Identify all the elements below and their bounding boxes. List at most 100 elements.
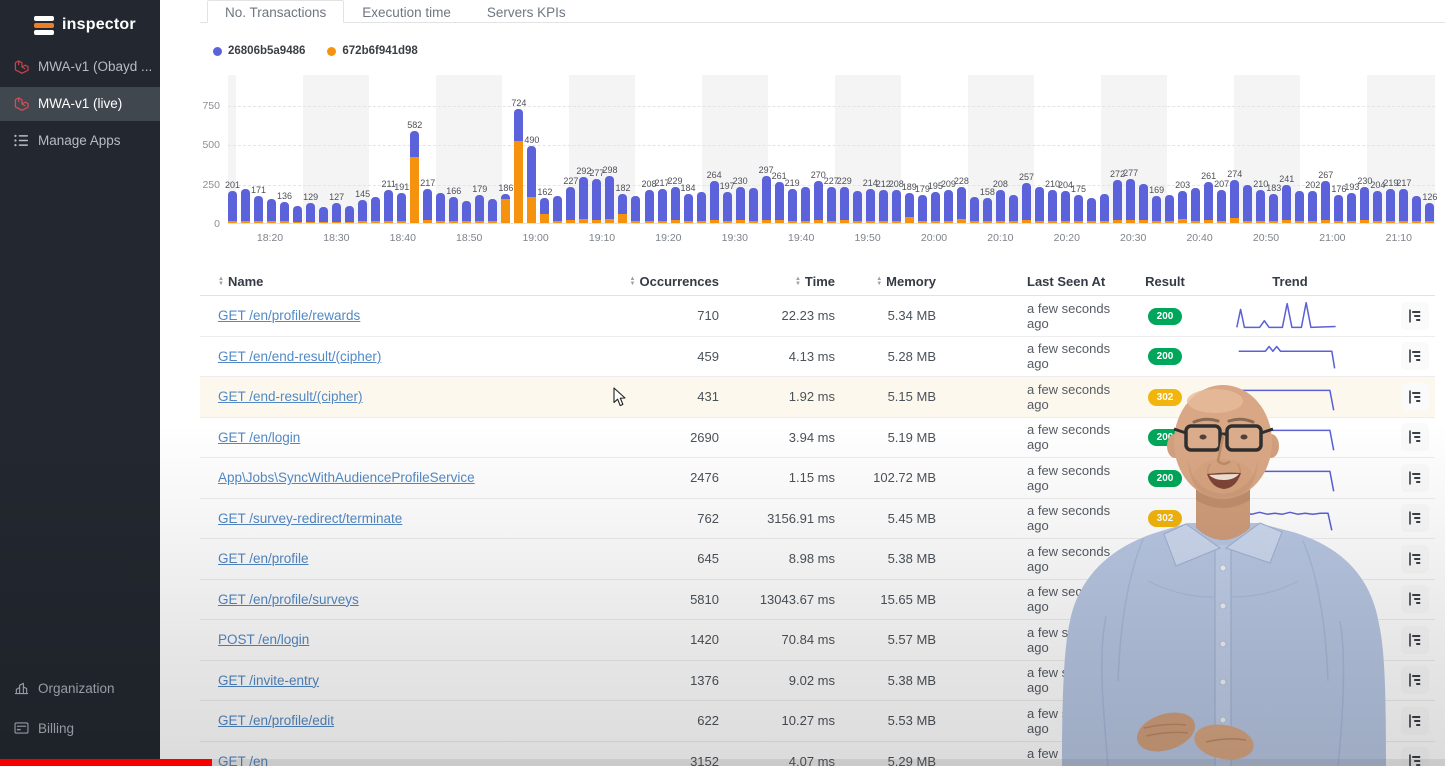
open-transaction-detail-button[interactable] bbox=[1401, 382, 1429, 411]
open-transaction-detail-button[interactable] bbox=[1401, 625, 1429, 654]
sidebar-item-label: Manage Apps bbox=[38, 133, 121, 148]
sort-icon[interactable]: ▲ ▼ bbox=[876, 276, 882, 287]
sidebar-item-label: Organization bbox=[38, 680, 115, 696]
transaction-link[interactable]: GET /invite-entry bbox=[218, 673, 319, 688]
stacked-bar bbox=[1425, 203, 1435, 223]
transaction-link[interactable]: App\Jobs\SyncWithAudienceProfileService bbox=[218, 470, 475, 485]
bar-group: 208 bbox=[993, 179, 1008, 223]
stacked-bar bbox=[1386, 188, 1396, 223]
column-header-time[interactable]: ▲ ▼ Time bbox=[735, 274, 851, 289]
sidebar-item-label: Billing bbox=[38, 720, 75, 736]
open-transaction-detail-button[interactable] bbox=[1401, 423, 1429, 452]
transaction-link[interactable]: GET /en/profile/surveys bbox=[218, 592, 359, 607]
bar-group: 204 bbox=[1058, 180, 1073, 223]
bar-group: 219 bbox=[785, 178, 800, 223]
stacked-bar bbox=[1217, 190, 1227, 223]
open-transaction-detail-button[interactable] bbox=[1401, 585, 1429, 614]
bar-group: 166 bbox=[446, 186, 461, 223]
last-seen-cell: a few seconds ago bbox=[1027, 341, 1111, 372]
open-transaction-detail-button[interactable] bbox=[1401, 463, 1429, 492]
sort-icon[interactable]: ▲ ▼ bbox=[630, 276, 636, 287]
memory-cell: 5.38 MB bbox=[887, 672, 936, 688]
x-tick-label: 19:30 bbox=[721, 232, 748, 244]
x-tick-label: 18:40 bbox=[389, 232, 416, 244]
stacked-bar bbox=[384, 189, 394, 223]
column-header-occurrences[interactable]: ▲ ▼ Occurrences bbox=[630, 274, 735, 289]
stacked-bar bbox=[839, 186, 849, 223]
bar-group: 227 bbox=[824, 176, 839, 223]
app-logo-text: inspector bbox=[62, 16, 136, 34]
bar-group bbox=[293, 205, 303, 223]
video-progress-track[interactable] bbox=[0, 759, 1445, 766]
transaction-link[interactable]: GET /en/profile/rewards bbox=[218, 308, 360, 323]
y-tick-label: 500 bbox=[202, 139, 220, 152]
sidebar-item-manage-apps[interactable]: Manage Apps bbox=[0, 123, 160, 159]
x-tick-label: 20:20 bbox=[1053, 232, 1080, 244]
bar-group: 209 bbox=[941, 179, 956, 223]
transaction-link[interactable]: GET /en/profile/edit bbox=[218, 713, 334, 728]
bar-value-label: 166 bbox=[446, 185, 462, 196]
transaction-link[interactable]: POST /en/login bbox=[218, 632, 309, 647]
bar-group: 277 bbox=[589, 168, 604, 223]
transaction-link[interactable]: GET /en/profile bbox=[218, 551, 309, 566]
sidebar-item-label: MWA-v1 (Obayd ... bbox=[38, 59, 153, 74]
stacked-bar bbox=[956, 187, 966, 223]
stacked-bar bbox=[306, 202, 316, 223]
billing-card-icon bbox=[14, 722, 29, 734]
time-cell: 10.27 ms bbox=[781, 713, 835, 729]
column-header-memory[interactable]: ▲ ▼ Memory bbox=[851, 274, 952, 289]
transaction-link[interactable]: GET /en/login bbox=[218, 430, 300, 445]
sidebar-item-app-live[interactable]: MWA-v1 (live) bbox=[0, 86, 160, 121]
open-transaction-detail-button[interactable] bbox=[1401, 342, 1429, 371]
transaction-link[interactable]: GET /survey-redirect/terminate bbox=[218, 511, 402, 526]
bar-group: 257 bbox=[1019, 172, 1034, 223]
sort-icon[interactable]: ▲ ▼ bbox=[218, 276, 224, 287]
app-logo: inspector bbox=[0, 0, 160, 49]
open-transaction-detail-button[interactable] bbox=[1401, 544, 1429, 573]
stacked-bar bbox=[462, 200, 472, 223]
stacked-bar bbox=[1165, 195, 1175, 223]
bar-group: 169 bbox=[1149, 185, 1164, 223]
x-tick-label: 21:00 bbox=[1319, 232, 1346, 244]
open-transaction-detail-button[interactable] bbox=[1401, 301, 1429, 330]
presenter-video-overlay bbox=[1062, 385, 1386, 766]
sidebar-item-billing[interactable]: Billing bbox=[0, 708, 160, 748]
x-tick-label: 19:40 bbox=[788, 232, 815, 244]
transaction-link[interactable]: GET /en/end-result/(cipher) bbox=[218, 349, 381, 364]
memory-cell: 102.72 MB bbox=[873, 470, 936, 486]
bar-group: 207 bbox=[1214, 179, 1229, 223]
stacked-bar bbox=[631, 196, 641, 223]
occurrences-cell: 5810 bbox=[690, 591, 719, 607]
column-header-name[interactable]: ▲ ▼ Name bbox=[218, 274, 663, 289]
stacked-bar bbox=[644, 190, 654, 223]
transaction-link[interactable]: GET /end-result/(cipher) bbox=[218, 389, 363, 404]
stacked-bar bbox=[1139, 184, 1149, 223]
stacked-bar bbox=[1100, 193, 1110, 223]
bar-group: 217 bbox=[1396, 178, 1411, 223]
bar-group: 292 bbox=[576, 166, 591, 223]
bar-group: 230 bbox=[1357, 176, 1372, 223]
open-transaction-detail-button[interactable] bbox=[1401, 706, 1429, 735]
stacked-bar bbox=[696, 191, 706, 223]
result-cell: 200 bbox=[1115, 347, 1215, 366]
x-tick-label: 18:30 bbox=[323, 232, 350, 244]
bar-value-label: 724 bbox=[511, 98, 527, 109]
sort-icon[interactable]: ▲ ▼ bbox=[795, 276, 801, 287]
sidebar-item-organization[interactable]: Organization bbox=[0, 668, 160, 708]
transaction-detail-icon bbox=[1409, 714, 1421, 728]
bar-value-label: 274 bbox=[1227, 168, 1243, 179]
bar-group: 724 bbox=[511, 98, 526, 223]
result-cell: 200 bbox=[1115, 307, 1215, 325]
stacked-bar bbox=[410, 131, 420, 223]
memory-cell: 5.45 MB bbox=[887, 510, 936, 526]
bar-group: 126 bbox=[1422, 192, 1437, 223]
stacked-bar bbox=[527, 145, 537, 223]
stacked-bar bbox=[1360, 186, 1370, 223]
open-transaction-detail-button[interactable] bbox=[1401, 504, 1429, 533]
video-progress-bar[interactable] bbox=[0, 759, 212, 766]
open-transaction-detail-button[interactable] bbox=[1401, 666, 1429, 695]
bar-group: 203 bbox=[1175, 180, 1190, 223]
transaction-detail-icon bbox=[1409, 390, 1421, 404]
sidebar-item-app-obayd[interactable]: MWA-v1 (Obayd ... bbox=[0, 49, 160, 85]
stacked-bar bbox=[1191, 188, 1201, 223]
